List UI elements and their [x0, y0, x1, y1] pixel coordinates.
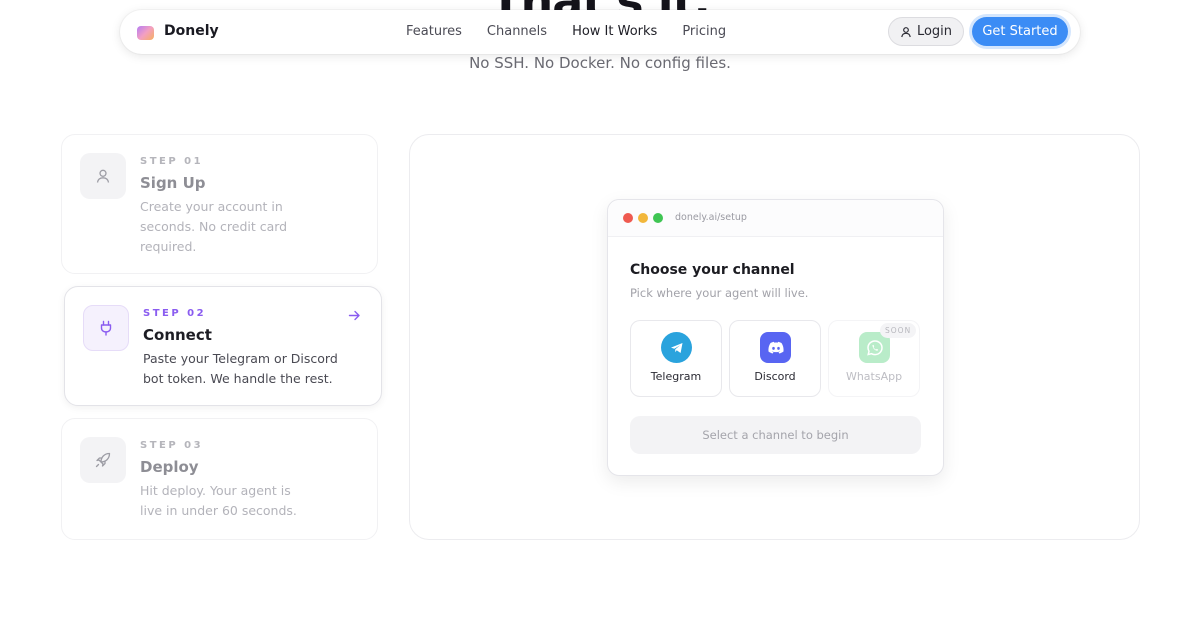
hero-subtitle: No SSH. No Docker. No config files.: [469, 54, 731, 72]
nav-link-how-it-works[interactable]: How It Works: [572, 24, 657, 39]
plug-icon: [100, 320, 112, 336]
step-title: Deploy: [140, 458, 199, 476]
preview-panel: donely.ai/setup Choose your channel Pick…: [409, 134, 1140, 540]
discord-icon: [760, 332, 791, 363]
nav-links: Features Channels How It Works Pricing: [406, 24, 751, 39]
step-card-connect[interactable]: STEP 02 Connect Paste your Telegram or D…: [64, 286, 382, 406]
nav-link-channels[interactable]: Channels: [487, 24, 547, 39]
user-icon: [96, 169, 110, 183]
step-title: Connect: [143, 326, 212, 344]
step-kicker: STEP 03: [140, 440, 204, 451]
top-navbar: Donely Features Channels How It Works Pr…: [120, 10, 1080, 54]
channel-label: Discord: [754, 370, 796, 383]
step-description: Hit deploy. Your agent is live in under …: [140, 483, 297, 518]
nav-link-pricing[interactable]: Pricing: [682, 24, 726, 39]
soon-badge: SOON: [880, 323, 917, 338]
get-started-button[interactable]: Get Started: [972, 17, 1068, 46]
nav-link-features[interactable]: Features: [406, 24, 462, 39]
step-description: Create your account in seconds. No credi…: [140, 199, 288, 254]
minimize-dot-icon: [638, 213, 648, 223]
setup-window-mockup: donely.ai/setup Choose your channel Pick…: [607, 199, 944, 476]
step-icon-container: [80, 437, 126, 483]
select-channel-button[interactable]: Select a channel to begin: [630, 416, 921, 454]
window-titlebar: donely.ai/setup: [608, 200, 943, 237]
brand-name[interactable]: Donely: [164, 23, 219, 39]
channel-label: WhatsApp: [845, 370, 903, 383]
telegram-icon: [661, 332, 692, 363]
step-icon-container: [80, 153, 126, 199]
step-title: Sign Up: [140, 174, 206, 192]
channel-option-telegram[interactable]: Telegram: [630, 320, 722, 397]
donely-logo-icon[interactable]: [137, 26, 154, 40]
channel-picker-subtitle: Pick where your agent will live.: [630, 286, 809, 300]
step-description: Paste your Telegram or Discord bot token…: [143, 351, 338, 386]
step-card-sign-up[interactable]: STEP 01 Sign Up Create your account in s…: [61, 134, 378, 274]
step-kicker: STEP 02: [143, 308, 207, 319]
login-label: Login: [916, 24, 953, 39]
step-kicker: STEP 01: [140, 156, 204, 167]
step-icon-container: [83, 305, 129, 351]
login-button[interactable]: Login: [888, 17, 964, 46]
step-card-deploy[interactable]: STEP 03 Deploy Hit deploy. Your agent is…: [61, 418, 378, 540]
maximize-dot-icon: [653, 213, 663, 223]
channel-picker-title: Choose your channel: [630, 262, 795, 278]
rocket-icon: [95, 452, 111, 468]
close-dot-icon: [623, 213, 633, 223]
window-url: donely.ai/setup: [675, 212, 747, 223]
arrow-right-icon: [348, 310, 360, 321]
user-icon: [901, 26, 911, 37]
channel-option-whatsapp: SOON WhatsApp: [828, 320, 920, 397]
channel-option-discord[interactable]: Discord: [729, 320, 821, 397]
channel-label: Telegram: [650, 370, 702, 383]
